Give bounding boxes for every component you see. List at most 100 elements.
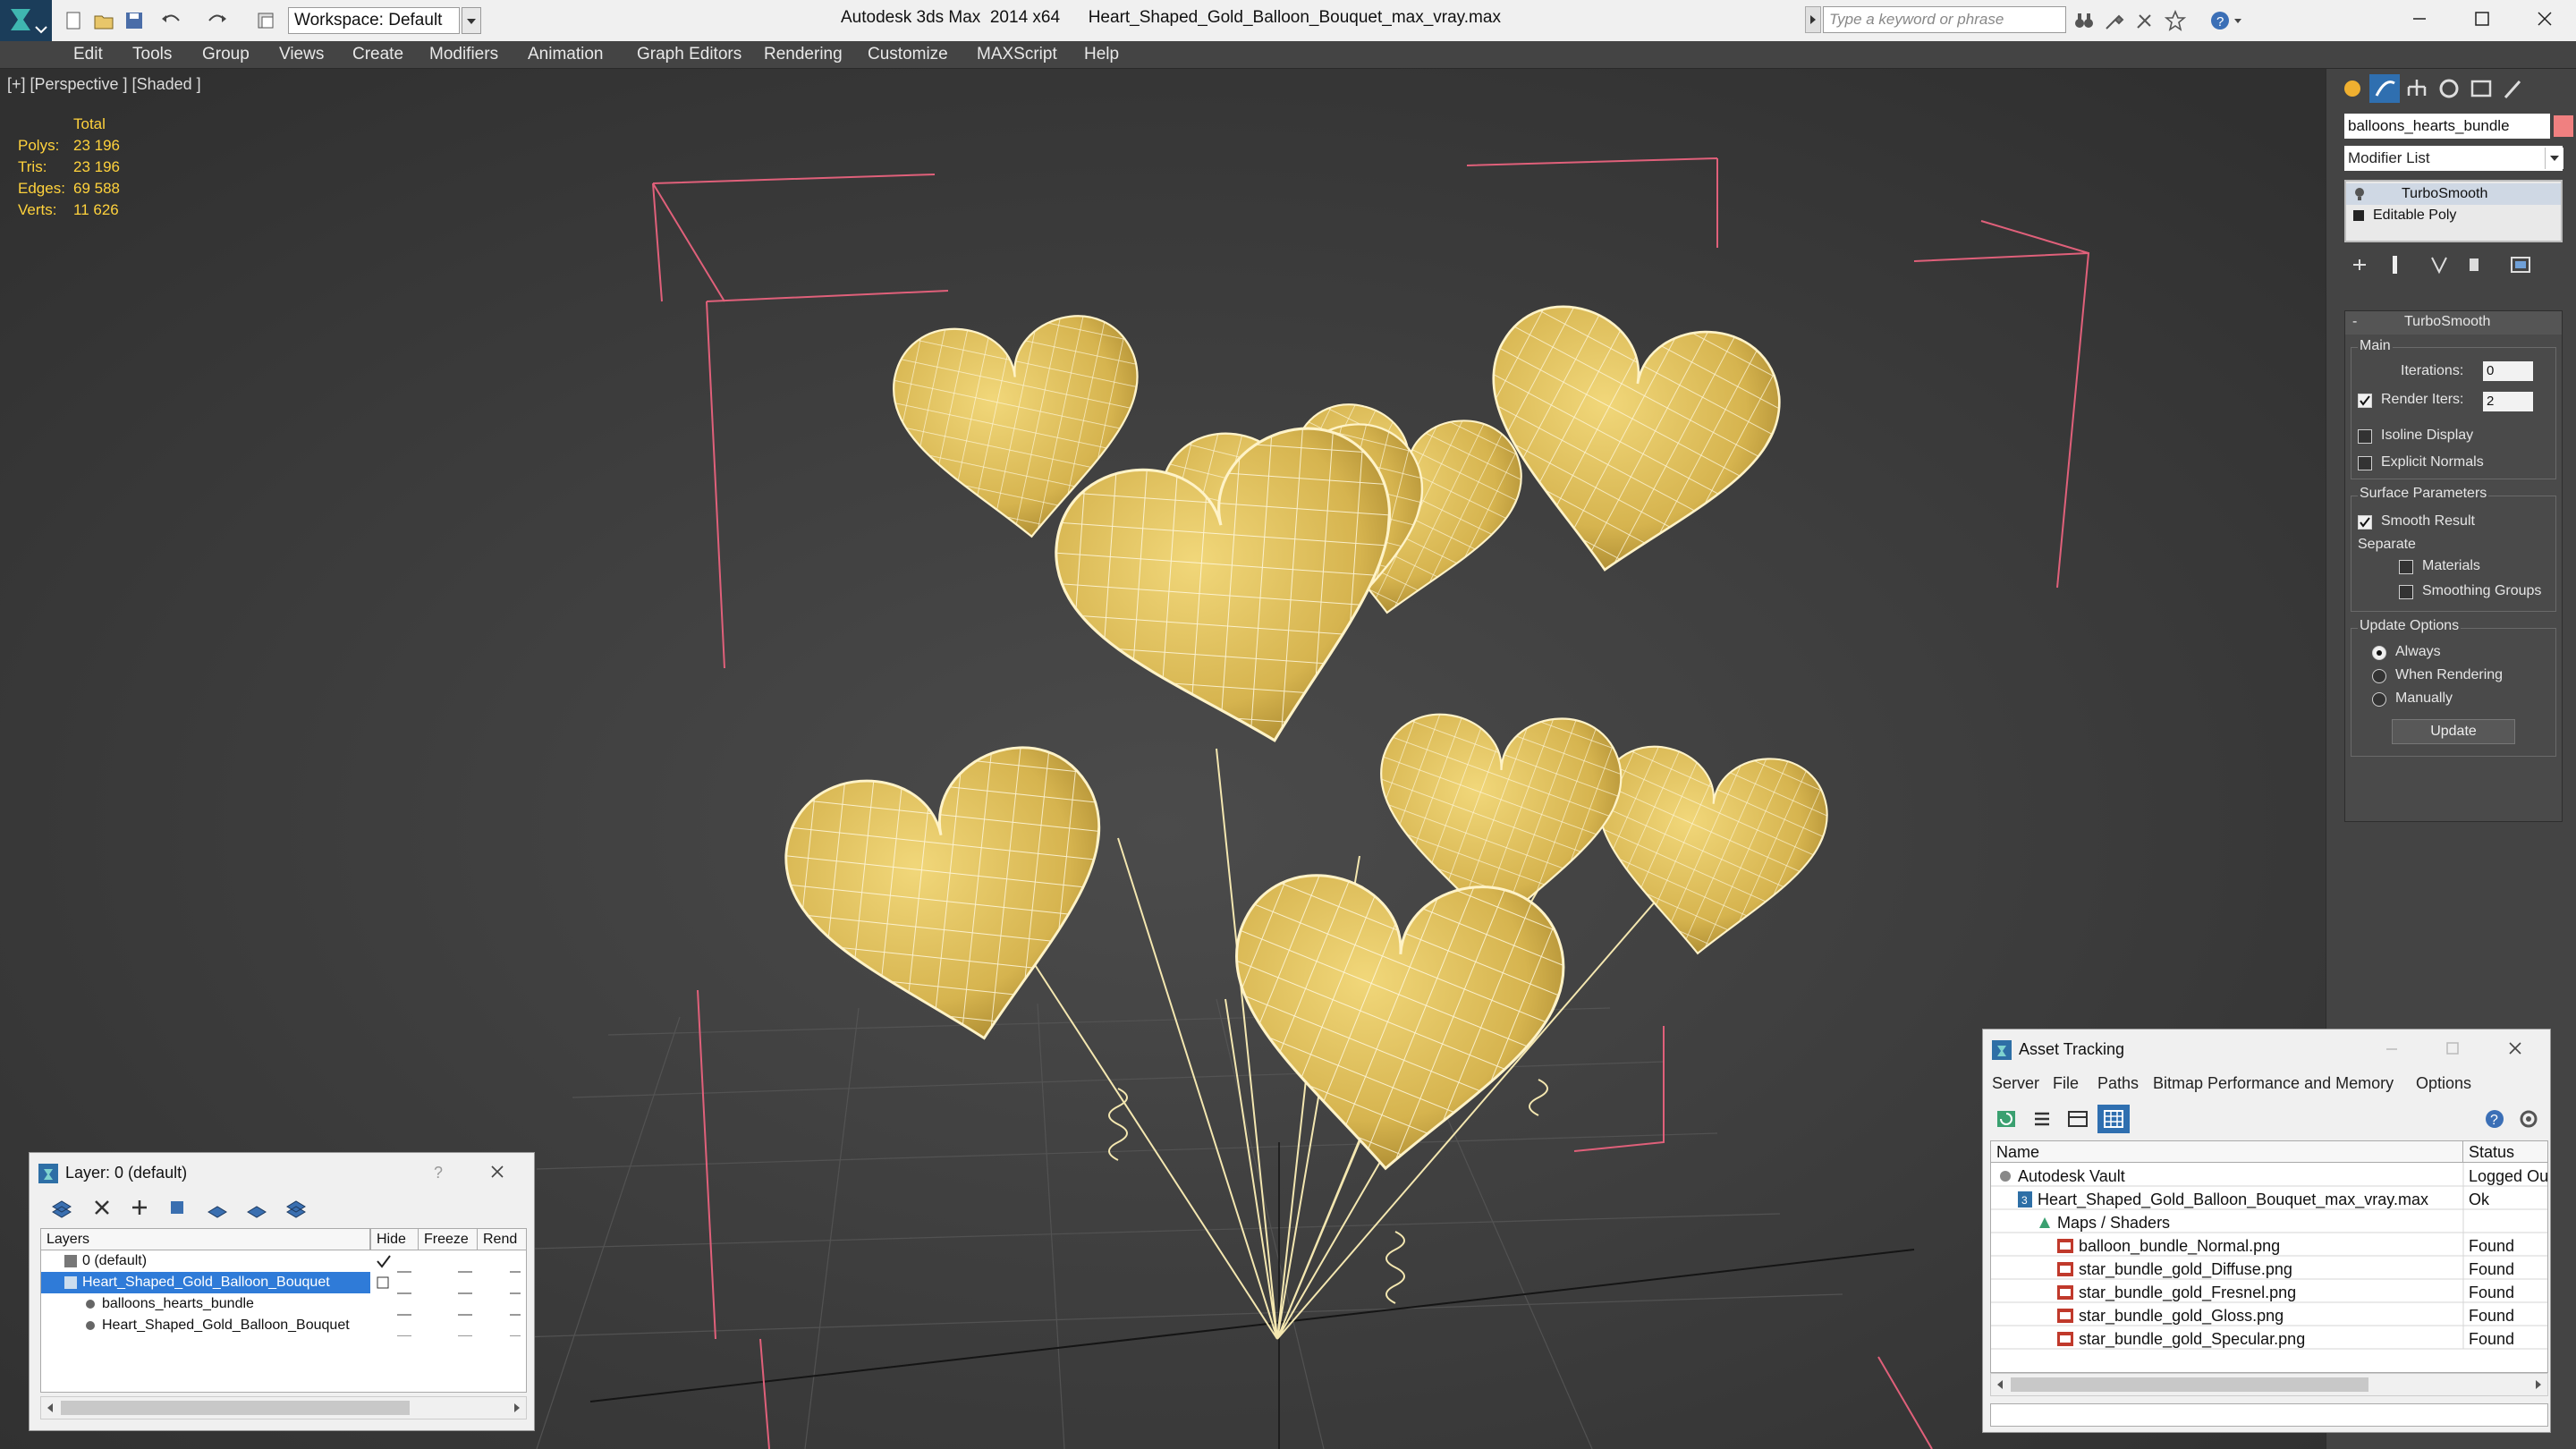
close-icon[interactable]: [2504, 1037, 2527, 1060]
search-expand-arrow[interactable]: [1805, 6, 1821, 33]
column-header-render[interactable]: Rend: [478, 1229, 526, 1250]
detail-view-icon[interactable]: [2062, 1105, 2094, 1133]
scrollbar-thumb[interactable]: [61, 1401, 410, 1415]
create-tab-icon[interactable]: [2337, 74, 2368, 103]
select-layer-icon[interactable]: [203, 1194, 233, 1221]
scroll-right-icon[interactable]: [512, 1402, 522, 1414]
asset-menu-options[interactable]: Options: [2416, 1074, 2471, 1093]
menu-modifiers[interactable]: Modifiers: [429, 41, 498, 68]
menu-customize[interactable]: Customize: [868, 41, 948, 68]
open-file-icon[interactable]: [93, 10, 114, 31]
horizontal-scrollbar[interactable]: [1990, 1373, 2548, 1396]
display-tab-icon[interactable]: [2466, 74, 2496, 103]
update-button[interactable]: Update: [2392, 719, 2515, 744]
column-header-layers[interactable]: Layers: [41, 1229, 370, 1250]
delete-layer-icon[interactable]: [87, 1194, 117, 1221]
explicit-normals-checkbox[interactable]: [2358, 456, 2372, 470]
rollout-header[interactable]: - TurboSmooth: [2345, 311, 2562, 335]
scrollbar-thumb[interactable]: [2011, 1377, 2368, 1392]
asset-menu-file[interactable]: File: [2053, 1074, 2079, 1093]
menu-edit[interactable]: Edit: [73, 41, 103, 68]
render-iters-checkbox[interactable]: [2358, 394, 2372, 408]
subscription-center-icon[interactable]: [2134, 10, 2156, 31]
modify-tab-icon[interactable]: [2369, 74, 2400, 103]
column-header-freeze[interactable]: Freeze: [419, 1229, 478, 1250]
new-file-icon[interactable]: [63, 10, 84, 31]
show-end-result-icon[interactable]: [2380, 252, 2411, 277]
scroll-left-icon[interactable]: [1995, 1378, 2005, 1391]
help-icon[interactable]: ?: [2209, 10, 2241, 31]
menu-graph-editors[interactable]: Graph Editors: [637, 41, 741, 68]
always-radio[interactable]: [2372, 646, 2386, 660]
refresh-icon[interactable]: [1990, 1105, 2022, 1133]
smooth-result-checkbox[interactable]: [2358, 515, 2372, 530]
object-name-field[interactable]: balloons_hearts_bundle: [2344, 114, 2550, 139]
iterations-spinner[interactable]: 0: [2483, 361, 2533, 381]
binoculars-icon[interactable]: [2073, 10, 2095, 31]
minimize-button[interactable]: [2388, 0, 2451, 38]
pin-stack-icon[interactable]: [2344, 252, 2375, 277]
layer-toggle-columns[interactable]: [370, 1250, 527, 1336]
stack-item-turbosmooth[interactable]: TurboSmooth: [2346, 183, 2561, 205]
favorites-star-icon[interactable]: [2165, 10, 2186, 31]
maximize-button[interactable]: [2451, 0, 2513, 38]
table-view-icon[interactable]: [2097, 1105, 2130, 1133]
column-header-hide[interactable]: Hide: [370, 1229, 419, 1250]
add-layer-icon[interactable]: [124, 1194, 155, 1221]
configure-modifier-sets-icon[interactable]: [2505, 252, 2536, 277]
chevron-down-icon[interactable]: [2545, 148, 2563, 169]
list-view-icon[interactable]: [2026, 1105, 2058, 1133]
scroll-right-icon[interactable]: [2533, 1378, 2544, 1391]
project-folder-icon[interactable]: [256, 10, 277, 31]
remove-modifier-icon[interactable]: [2459, 252, 2489, 277]
materials-checkbox[interactable]: [2399, 560, 2413, 574]
workspace-dropdown[interactable]: Workspace: Default: [288, 7, 460, 34]
layer-row-selected[interactable]: Heart_Shaped_Gold_Balloon_Bouquet: [41, 1272, 370, 1293]
asset-path-field[interactable]: [1990, 1403, 2548, 1427]
asset-menu-paths[interactable]: Paths: [2097, 1074, 2139, 1093]
menu-views[interactable]: Views: [279, 41, 324, 68]
close-button[interactable]: [2513, 0, 2576, 38]
close-icon[interactable]: [486, 1160, 509, 1183]
column-header-status[interactable]: Status: [2463, 1141, 2547, 1163]
menu-animation[interactable]: Animation: [528, 41, 604, 68]
modifier-list-dropdown[interactable]: Modifier List: [2344, 146, 2563, 171]
highlight-layer-icon[interactable]: [242, 1194, 273, 1221]
isoline-display-checkbox[interactable]: [2358, 429, 2372, 444]
undo-icon[interactable]: [159, 10, 181, 31]
when-rendering-radio[interactable]: [2372, 669, 2386, 683]
viewport-label[interactable]: [+] [Perspective ] [Shaded ]: [7, 75, 201, 94]
menu-rendering[interactable]: Rendering: [764, 41, 843, 68]
menu-tools[interactable]: Tools: [132, 41, 172, 68]
menu-group[interactable]: Group: [202, 41, 250, 68]
select-objects-icon[interactable]: [164, 1194, 194, 1221]
help-icon[interactable]: ?: [2479, 1105, 2511, 1133]
maximize-button[interactable]: [2441, 1037, 2464, 1060]
communication-center-icon[interactable]: [2104, 10, 2125, 31]
utilities-tab-icon[interactable]: [2498, 74, 2529, 103]
menu-maxscript[interactable]: MAXScript: [977, 41, 1057, 68]
hide-layers-icon[interactable]: [282, 1194, 312, 1221]
column-header-name[interactable]: Name: [1991, 1141, 2463, 1163]
make-unique-icon[interactable]: [2425, 252, 2455, 277]
asset-menu-bitmap-performance[interactable]: Bitmap Performance and Memory: [2153, 1074, 2394, 1093]
menu-help[interactable]: Help: [1084, 41, 1119, 68]
settings-icon[interactable]: [2512, 1105, 2545, 1133]
lightbulb-icon[interactable]: [2353, 187, 2366, 201]
asset-menu-server[interactable]: Server: [1992, 1074, 2039, 1093]
hierarchy-tab-icon[interactable]: [2402, 74, 2432, 103]
object-color-swatch[interactable]: [2554, 115, 2573, 137]
render-iters-spinner[interactable]: 2: [2483, 392, 2533, 411]
search-input[interactable]: Type a keyword or phrase: [1823, 6, 2066, 33]
expand-plus-icon[interactable]: [2353, 210, 2364, 221]
motion-tab-icon[interactable]: [2434, 74, 2464, 103]
redo-icon[interactable]: [204, 10, 226, 31]
smoothing-groups-checkbox[interactable]: [2399, 585, 2413, 599]
manually-radio[interactable]: [2372, 692, 2386, 707]
workspace-dropdown-arrow[interactable]: [462, 7, 481, 34]
help-icon[interactable]: ?: [434, 1164, 443, 1182]
app-logo-button[interactable]: [0, 0, 52, 41]
save-icon[interactable]: [123, 10, 145, 31]
menu-create[interactable]: Create: [352, 41, 403, 68]
minimize-button[interactable]: [2380, 1037, 2403, 1060]
